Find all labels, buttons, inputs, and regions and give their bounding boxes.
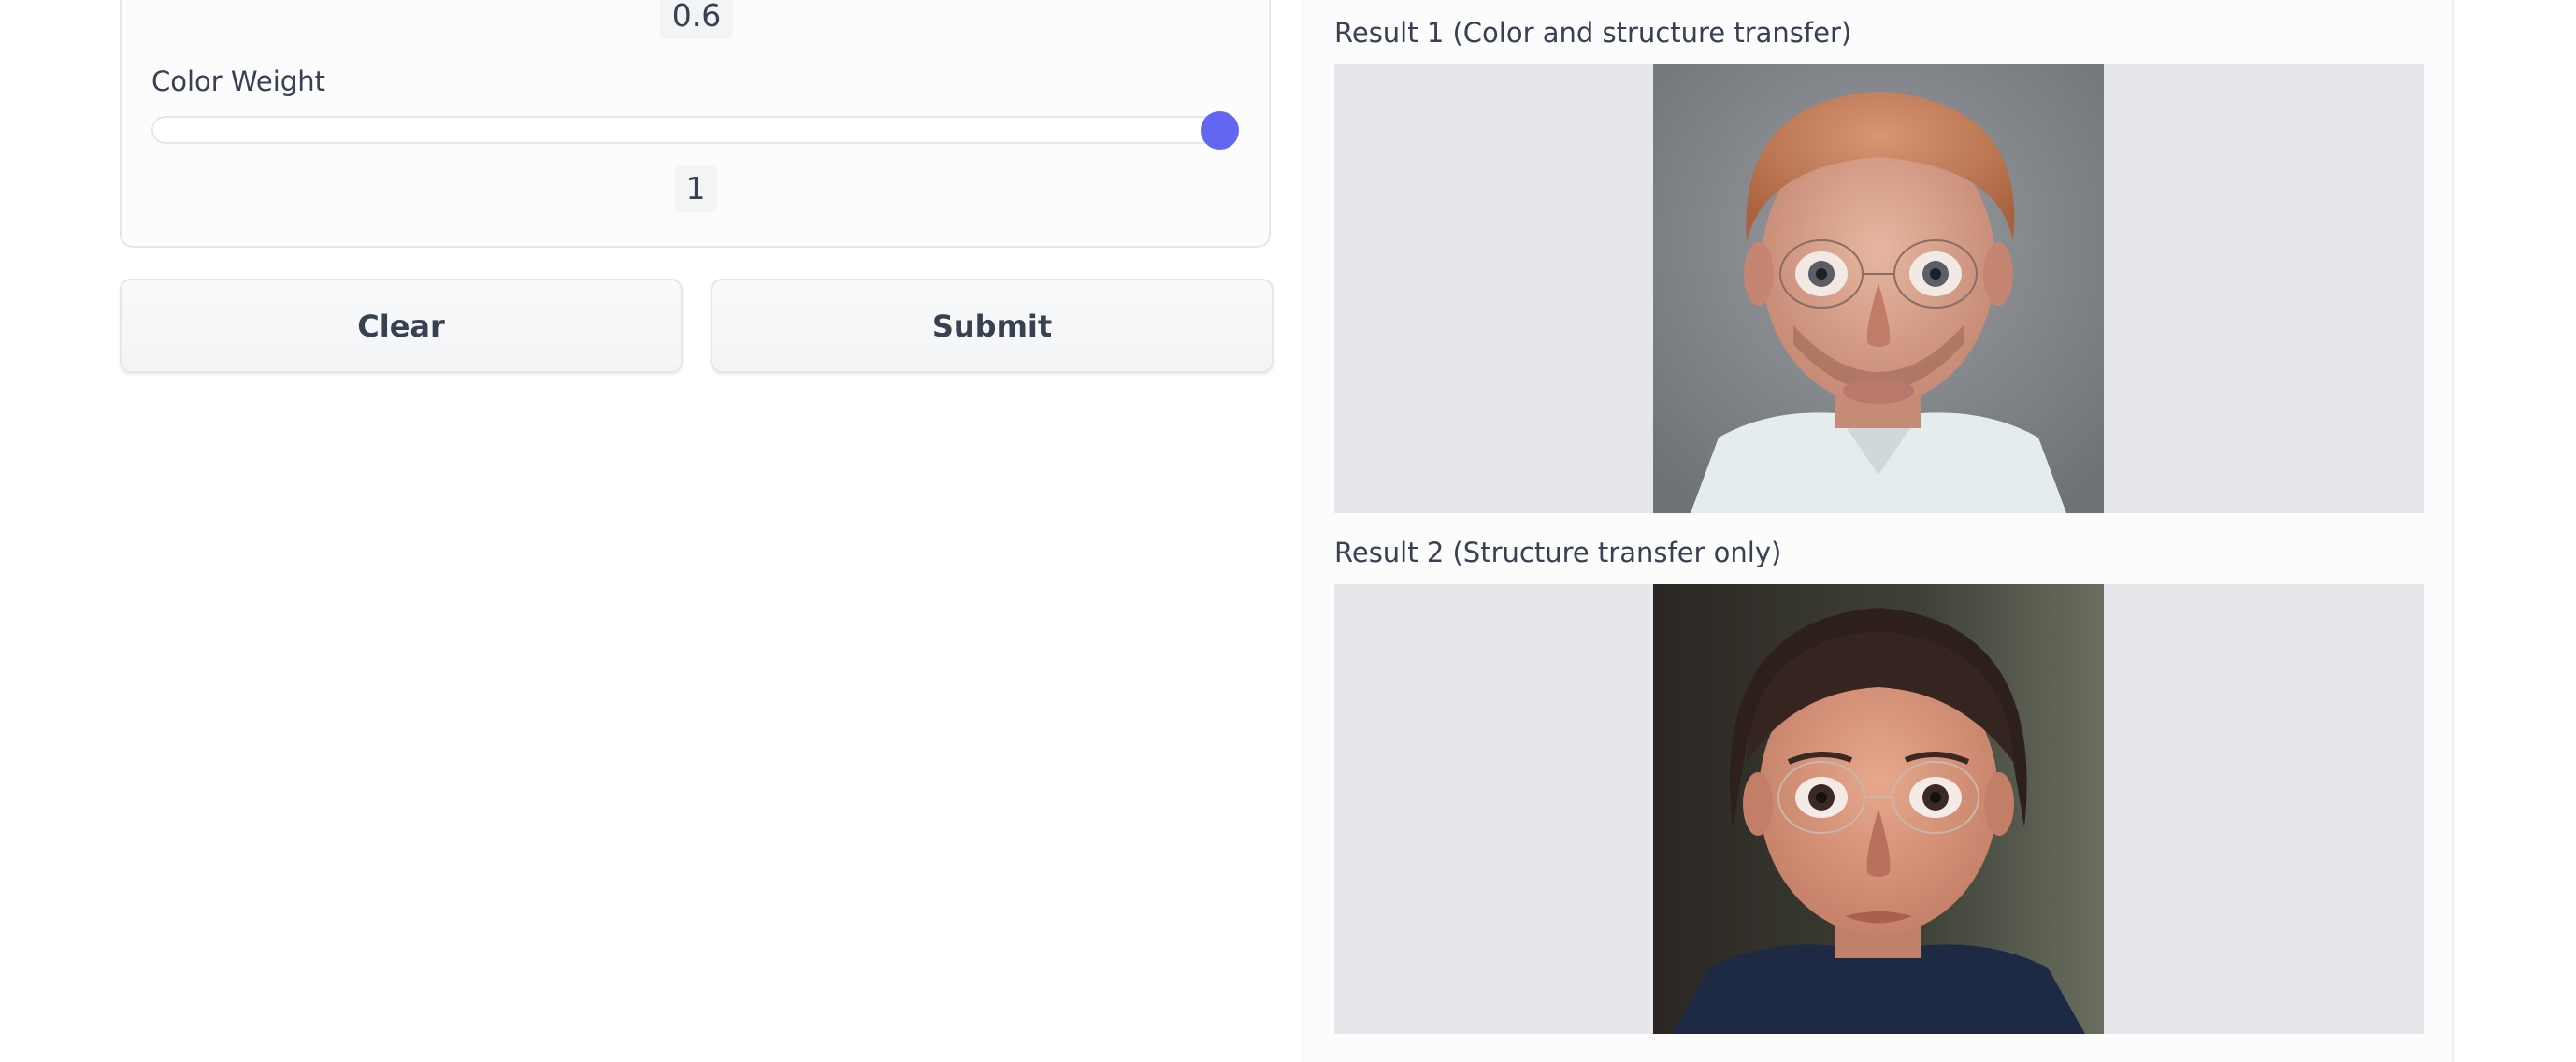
result-2-label: Result 2 (Structure transfer only) [1334,537,1782,568]
result-2-portrait-image [1653,584,2104,1034]
previous-slider-value[interactable]: 0.6 [660,0,733,39]
result-1-label: Result 1 (Color and structure transfer) [1334,17,1852,49]
color-weight-value[interactable]: 1 [674,165,717,212]
result-2-image-frame [1334,584,2424,1034]
submit-button[interactable]: Submit [711,279,1274,373]
clear-button[interactable]: Clear [120,279,683,373]
color-weight-slider-track[interactable] [151,116,1236,144]
color-weight-slider-thumb[interactable] [1201,111,1239,150]
result-1-image-frame [1334,64,2424,513]
color-weight-label: Color Weight [151,65,325,97]
result-1-portrait-image [1653,64,2104,513]
